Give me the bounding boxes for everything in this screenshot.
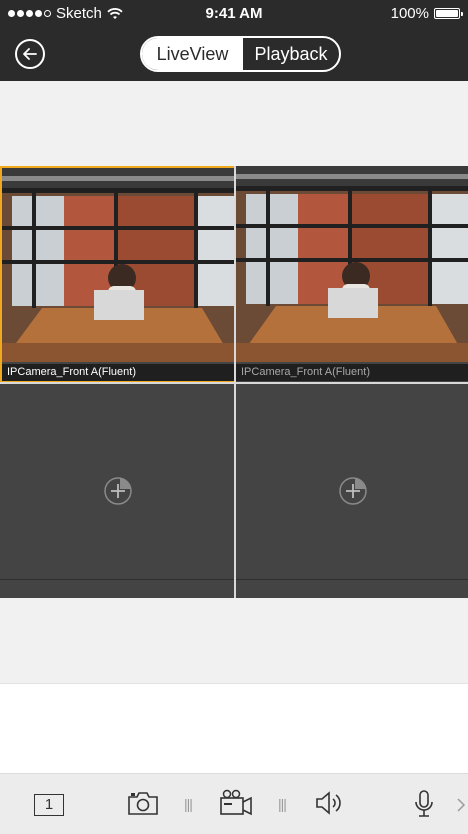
add-camera-icon[interactable]	[103, 476, 133, 506]
speaker-icon[interactable]	[314, 790, 344, 816]
status-bar: Sketch 9:41 AM 100%	[0, 0, 468, 28]
chevron-right-icon[interactable]	[457, 798, 465, 812]
camera-feed-image	[2, 168, 234, 362]
nav-bar: LiveView Playback	[0, 28, 468, 81]
battery-level	[436, 10, 458, 17]
single-layout-icon[interactable]: 1	[34, 794, 64, 816]
camera-snapshot-icon[interactable]	[127, 790, 159, 816]
camera-name-label: IPCamera_Front A(Fluent)	[2, 364, 234, 381]
arrow-left-circle-icon	[23, 48, 37, 60]
empty-cell-label	[236, 579, 468, 598]
battery-percent: 100%	[390, 5, 429, 22]
status-right: 100%	[390, 5, 463, 22]
control-panel	[0, 683, 468, 774]
add-camera-icon[interactable]	[338, 476, 368, 506]
video-cell-3[interactable]	[0, 384, 234, 598]
camera-feed-image	[236, 166, 468, 362]
toolbar-separator: |||	[278, 796, 287, 812]
video-cell-4[interactable]	[236, 384, 468, 598]
video-cell-2[interactable]: IPCamera_Front A(Fluent)	[236, 166, 468, 383]
battery-icon	[434, 8, 463, 19]
bottom-toolbar: 1 ||| |||	[0, 773, 468, 834]
video-cell-1[interactable]: IPCamera_Front A(Fluent)	[0, 166, 236, 383]
tab-playback[interactable]: Playback	[243, 38, 339, 70]
view-mode-switch: LiveView Playback	[140, 36, 341, 72]
back-button[interactable]	[15, 39, 45, 69]
camera-name-label: IPCamera_Front A(Fluent)	[236, 364, 468, 381]
microphone-icon[interactable]	[413, 789, 435, 819]
tab-liveview[interactable]: LiveView	[142, 38, 243, 70]
empty-cell-label	[0, 579, 234, 598]
video-record-icon[interactable]	[219, 789, 253, 817]
grid-divider-horizontal	[0, 382, 468, 384]
toolbar-separator: |||	[184, 796, 193, 812]
